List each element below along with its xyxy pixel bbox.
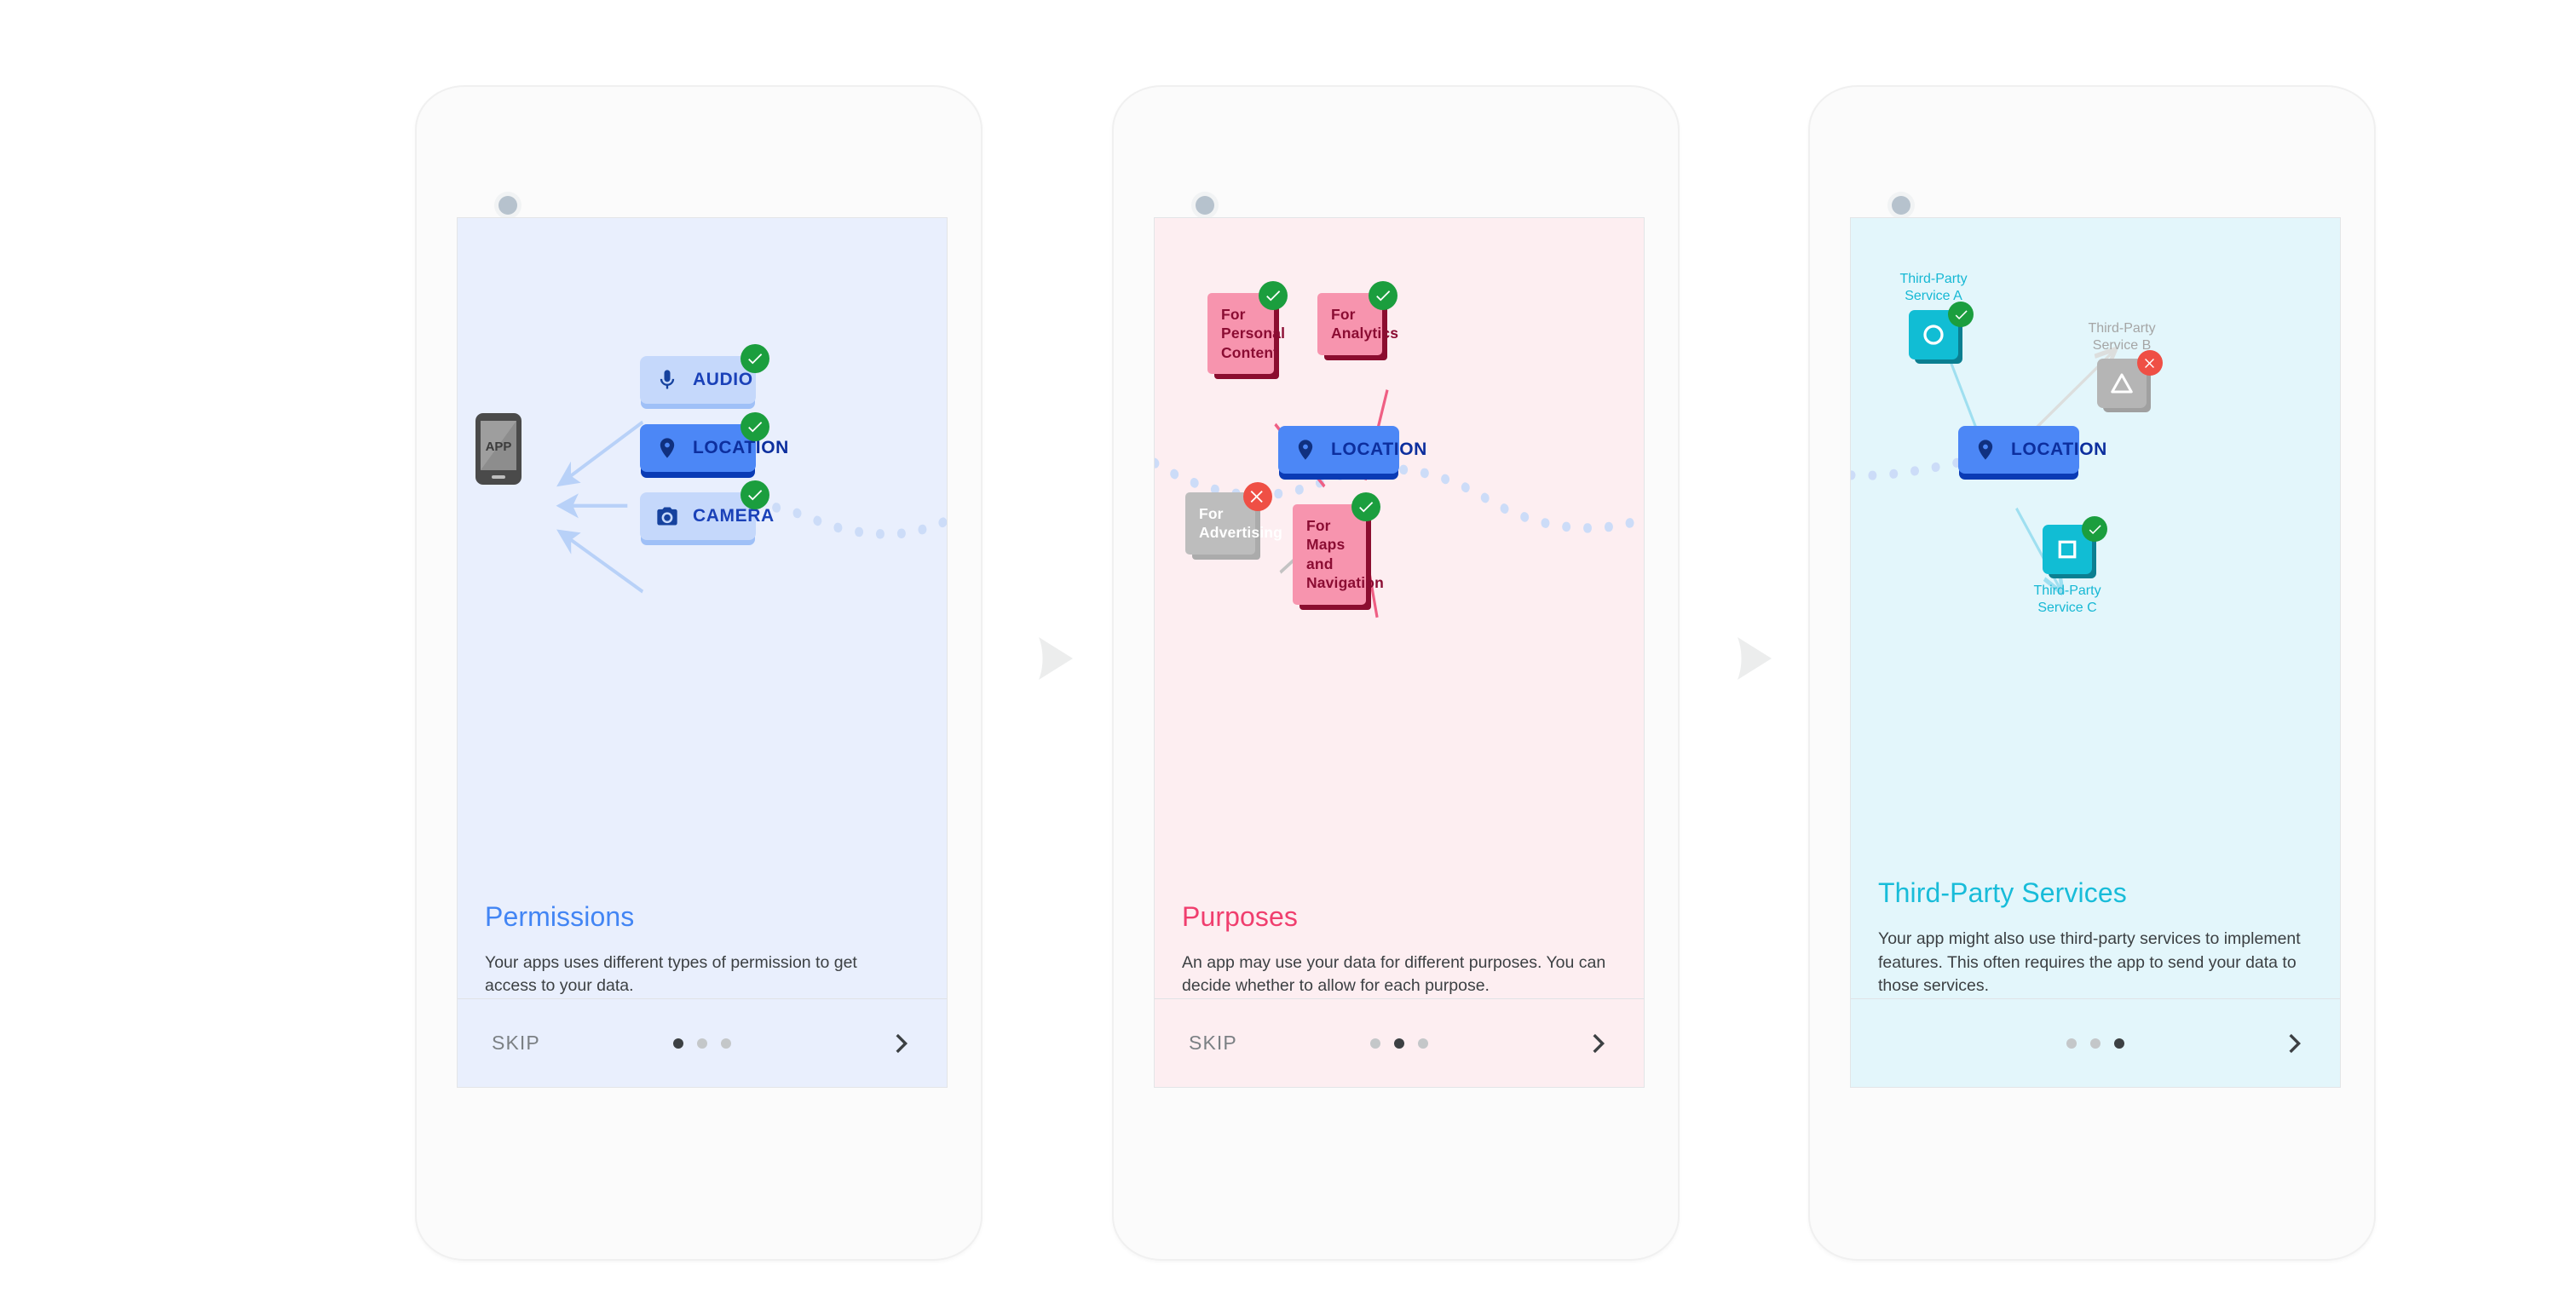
- service-label-c: Third-Party Service C: [2033, 584, 2101, 615]
- page-title: Third-Party Services: [1878, 877, 2127, 908]
- purpose-card-label: For Maps and Navigation: [1306, 517, 1384, 592]
- status-badge-allowed: [2082, 516, 2107, 542]
- chevron-right-icon: [887, 1028, 918, 1059]
- service-label-a: Third-Party Service A: [1899, 272, 1968, 303]
- skip-button[interactable]: SKIP: [1189, 1032, 1237, 1055]
- service-label-b: Third-Party Service B: [2088, 321, 2156, 353]
- permission-chip-location[interactable]: LOCATION: [1958, 426, 2106, 474]
- phone-frame-purposes: For Personal Content For Analytics For A…: [1112, 85, 1680, 1261]
- screen-permissions: APP APP AUDIO: [457, 217, 948, 1088]
- pagination-dot[interactable]: [2066, 1038, 2077, 1049]
- location-pin-icon: [1294, 438, 1317, 462]
- third-party-illustration: Third-Party Service A Third-Party Servic…: [1851, 218, 2340, 877]
- purpose-card-maps-navigation[interactable]: For Maps and Navigation: [1293, 504, 1384, 605]
- front-camera-icon: [1196, 196, 1214, 215]
- permissions-illustration: APP APP AUDIO: [458, 218, 947, 901]
- purposes-illustration: For Personal Content For Analytics For A…: [1155, 218, 1644, 901]
- location-pin-icon: [1974, 438, 1997, 462]
- page-body: Your app might also use third-party serv…: [1878, 928, 2301, 996]
- onboarding-carousel: APP APP AUDIO: [0, 0, 2576, 1305]
- page-title: Purposes: [1182, 900, 1298, 932]
- front-camera-icon: [498, 196, 517, 215]
- page-body: An app may use your data for different p…: [1182, 952, 1606, 996]
- panel-navbar-purposes: SKIP: [1155, 998, 1644, 1087]
- pagination-dots: [2066, 1038, 2124, 1049]
- purpose-card-label: For Analytics: [1331, 306, 1399, 342]
- skip-button[interactable]: SKIP: [492, 1032, 540, 1055]
- app-device-icon: APP APP: [475, 412, 522, 486]
- circle-outline-icon: [1921, 322, 1946, 348]
- pagination-dot[interactable]: [2114, 1038, 2124, 1049]
- status-badge-allowed: [1259, 281, 1288, 310]
- status-badge-denied: [2137, 350, 2163, 376]
- pagination-dot[interactable]: [697, 1038, 707, 1049]
- panel-copy-third-party: Third-Party Services Your app might also…: [1851, 877, 2340, 998]
- pagination-dots: [673, 1038, 731, 1049]
- permission-chip-camera[interactable]: CAMERA: [640, 492, 774, 540]
- step-separator: [1035, 635, 1075, 682]
- chevron-right-icon: [2280, 1028, 2311, 1059]
- svg-text:APP: APP: [486, 440, 512, 454]
- pagination-dot[interactable]: [1370, 1038, 1380, 1049]
- next-button[interactable]: [887, 1028, 918, 1059]
- purpose-card-label: For Personal Content: [1221, 306, 1286, 361]
- permissions-connectors: [556, 420, 947, 594]
- permission-chip-audio[interactable]: AUDIO: [640, 356, 756, 404]
- status-badge-allowed: [1369, 281, 1397, 310]
- panel-copy-permissions: Permissions Your apps uses different typ…: [458, 901, 947, 998]
- permission-chip-label: AUDIO: [693, 370, 753, 389]
- pagination-dot[interactable]: [721, 1038, 731, 1049]
- status-badge-denied: [1243, 482, 1272, 511]
- camera-icon: [655, 504, 679, 528]
- location-pin-icon: [655, 436, 679, 460]
- screen-third-party-services: Third-Party Service A Third-Party Servic…: [1850, 217, 2341, 1088]
- pagination-dot[interactable]: [1394, 1038, 1404, 1049]
- screen-purposes: For Personal Content For Analytics For A…: [1154, 217, 1645, 1088]
- status-badge-allowed: [1351, 492, 1380, 521]
- status-badge-allowed: [1948, 302, 1974, 327]
- step-separator: [1734, 635, 1773, 682]
- purpose-card-label: For Advertising: [1199, 505, 1282, 542]
- page-body: Your apps uses different types of permis…: [485, 952, 857, 996]
- permission-chip-location[interactable]: LOCATION: [1278, 426, 1426, 474]
- pagination-dot[interactable]: [1418, 1038, 1428, 1049]
- pagination-dot[interactable]: [673, 1038, 683, 1049]
- pagination-dots: [1370, 1038, 1428, 1049]
- arrowhead-right-icon: [1734, 635, 1773, 682]
- next-button[interactable]: [2280, 1028, 2311, 1059]
- status-badge-allowed: [741, 412, 769, 441]
- permission-chip-location[interactable]: LOCATION: [640, 424, 788, 472]
- status-badge-allowed: [741, 480, 769, 509]
- square-outline-icon: [2054, 537, 2080, 562]
- permission-chip-label: CAMERA: [693, 506, 775, 526]
- phone-frame-third-party: Third-Party Service A Third-Party Servic…: [1808, 85, 2376, 1261]
- panel-navbar-third-party: [1851, 998, 2340, 1087]
- page-title: Permissions: [485, 900, 635, 932]
- chevron-right-icon: [1584, 1028, 1615, 1059]
- phone-frame-permissions: APP APP AUDIO: [415, 85, 983, 1261]
- pagination-dot[interactable]: [2090, 1038, 2101, 1049]
- triangle-outline-icon: [2109, 371, 2135, 396]
- panel-navbar-permissions: SKIP: [458, 998, 947, 1087]
- front-camera-icon: [1892, 196, 1910, 215]
- permission-chip-label: LOCATION: [2011, 440, 2107, 459]
- arrowhead-right-icon: [1035, 635, 1075, 682]
- microphone-icon: [655, 368, 679, 392]
- next-button[interactable]: [1584, 1028, 1615, 1059]
- panel-copy-purposes: Purposes An app may use your data for di…: [1155, 901, 1644, 998]
- permission-chip-label: LOCATION: [693, 438, 789, 457]
- status-badge-allowed: [741, 344, 769, 373]
- permission-chip-label: LOCATION: [1331, 440, 1427, 459]
